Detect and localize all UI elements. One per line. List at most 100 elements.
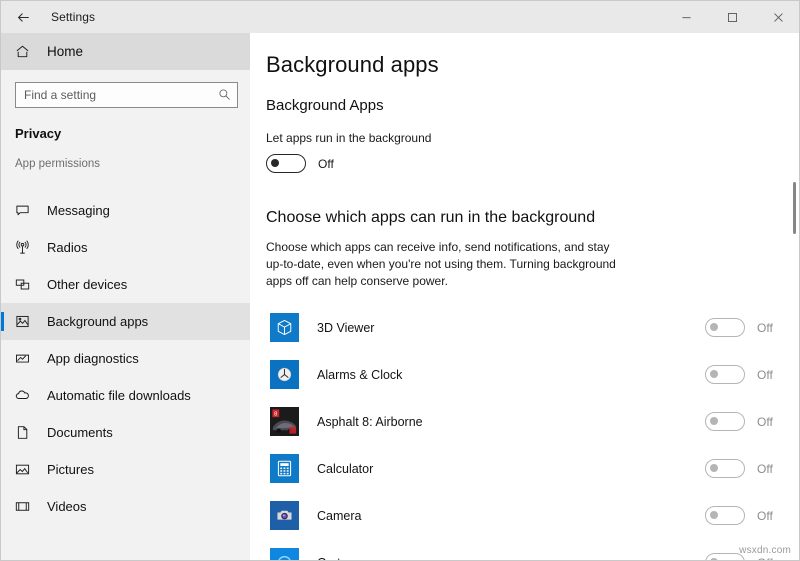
sidebar-item-background-apps-label: Background apps bbox=[37, 314, 148, 329]
sidebar-item-messaging[interactable]: Messaging bbox=[1, 192, 250, 229]
app-row-asphalt-8: 8 Asphalt 8: Airborne Off bbox=[266, 398, 800, 445]
master-toggle-state: Off bbox=[306, 157, 334, 171]
sidebar-item-videos-label: Videos bbox=[37, 499, 87, 514]
cortana-icon bbox=[270, 548, 299, 561]
app-toggle-wrap: Off bbox=[705, 365, 800, 384]
choose-apps-title: Choose which apps can run in the backgro… bbox=[266, 173, 800, 227]
app-name: 3D Viewer bbox=[299, 321, 705, 335]
toggle-knob bbox=[271, 159, 279, 167]
sidebar-item-documents-label: Documents bbox=[37, 425, 113, 440]
sidebar-item-documents[interactable]: Documents bbox=[1, 414, 250, 451]
sidebar-item-messaging-label: Messaging bbox=[37, 203, 110, 218]
app-toggle-switch[interactable] bbox=[705, 459, 745, 478]
sidebar-item-app-diagnostics[interactable]: App diagnostics bbox=[1, 340, 250, 377]
background-apps-icon bbox=[15, 314, 37, 329]
sidebar-item-videos[interactable]: Videos bbox=[1, 488, 250, 525]
app-toggle-switch[interactable] bbox=[705, 412, 745, 431]
radio-tower-icon bbox=[15, 240, 37, 255]
app-toggle-wrap: Off bbox=[705, 506, 800, 525]
maximize-button[interactable] bbox=[709, 1, 755, 33]
sidebar-item-automatic-file-downloads[interactable]: Automatic file downloads bbox=[1, 377, 250, 414]
app-toggle-wrap: Off bbox=[705, 318, 800, 337]
app-name: Alarms & Clock bbox=[299, 368, 705, 382]
document-icon bbox=[15, 425, 37, 440]
app-list: 3D Viewer Off bbox=[266, 290, 800, 561]
sidebar-item-other-devices[interactable]: Other devices bbox=[1, 266, 250, 303]
main-scrollbar[interactable] bbox=[787, 34, 799, 561]
main-content-inner: Background apps Background Apps Let apps… bbox=[250, 33, 800, 561]
section-title: Background Apps bbox=[266, 78, 800, 114]
sidebar-item-home-label: Home bbox=[39, 44, 83, 59]
home-icon bbox=[15, 44, 39, 59]
picture-icon bbox=[15, 462, 37, 477]
app-row-3d-viewer: 3D Viewer Off bbox=[266, 304, 800, 351]
app-toggle-wrap: Off bbox=[705, 412, 800, 431]
alarms-clock-icon bbox=[270, 360, 299, 389]
title-bar-left: Settings bbox=[1, 1, 95, 33]
toggle-knob bbox=[710, 464, 718, 472]
app-toggle-switch[interactable] bbox=[705, 506, 745, 525]
sidebar-item-automatic-file-downloads-label: Automatic file downloads bbox=[37, 388, 191, 403]
devices-icon bbox=[15, 277, 37, 292]
sidebar-group-title: App permissions bbox=[1, 141, 250, 170]
app-toggle-state: Off bbox=[745, 368, 773, 382]
app-title: Settings bbox=[45, 10, 95, 24]
app-toggle-wrap: Off bbox=[705, 459, 800, 478]
app-toggle-switch[interactable] bbox=[705, 318, 745, 337]
master-toggle-row: Off bbox=[266, 145, 800, 173]
master-toggle-switch[interactable] bbox=[266, 154, 306, 173]
message-icon bbox=[15, 203, 37, 218]
app-toggle-state: Off bbox=[745, 321, 773, 335]
sidebar-item-clipped-label: Tasks bbox=[37, 176, 80, 181]
close-button[interactable] bbox=[755, 1, 800, 33]
toggle-knob bbox=[710, 417, 718, 425]
asphalt-8-icon: 8 bbox=[270, 407, 299, 436]
app-row-camera: Camera Off bbox=[266, 492, 800, 539]
camera-icon bbox=[270, 501, 299, 530]
app-toggle-state: Off bbox=[745, 556, 773, 561]
sidebar-item-other-devices-label: Other devices bbox=[37, 277, 127, 292]
sidebar-item-radios[interactable]: Radios bbox=[1, 229, 250, 266]
title-bar: Settings bbox=[1, 1, 800, 33]
app-name: Camera bbox=[299, 509, 705, 523]
diagnostics-icon bbox=[15, 351, 37, 366]
3d-viewer-icon bbox=[270, 313, 299, 342]
master-toggle-label: Let apps run in the background bbox=[266, 114, 800, 145]
main-content: Background apps Background Apps Let apps… bbox=[250, 33, 800, 561]
sidebar-item-background-apps[interactable]: Background apps bbox=[1, 303, 250, 340]
calculator-icon bbox=[270, 454, 299, 483]
tasks-icon bbox=[15, 176, 37, 180]
app-toggle-state: Off bbox=[745, 509, 773, 523]
app-name: Cortana bbox=[299, 556, 705, 561]
sidebar-nav-list: Tasks Messaging R bbox=[1, 176, 250, 525]
app-row-cortana: Cortana Off bbox=[266, 539, 800, 561]
search-box[interactable] bbox=[15, 82, 238, 108]
app-row-calculator: Calculator Off bbox=[266, 445, 800, 492]
sidebar-item-home[interactable]: Home bbox=[1, 33, 250, 70]
page-title: Background apps bbox=[266, 52, 800, 78]
app-name: Calculator bbox=[299, 462, 705, 476]
toggle-knob bbox=[710, 370, 718, 378]
sidebar: Home Privacy App permissions bbox=[1, 33, 250, 561]
back-arrow-icon[interactable] bbox=[1, 1, 45, 33]
app-row-alarms-clock: Alarms & Clock Off bbox=[266, 351, 800, 398]
svg-text:8: 8 bbox=[274, 412, 277, 418]
search-area bbox=[1, 70, 250, 108]
minimize-button[interactable] bbox=[663, 1, 709, 33]
sidebar-item-clipped[interactable]: Tasks bbox=[1, 176, 250, 192]
sidebar-item-app-diagnostics-label: App diagnostics bbox=[37, 351, 139, 366]
video-icon bbox=[15, 499, 37, 514]
sidebar-item-radios-label: Radios bbox=[37, 240, 87, 255]
title-bar-drag-area bbox=[95, 1, 663, 33]
caption-buttons bbox=[663, 1, 800, 33]
settings-window: Settings Home bbox=[0, 0, 800, 561]
sidebar-item-pictures[interactable]: Pictures bbox=[1, 451, 250, 488]
cloud-download-icon bbox=[15, 388, 37, 403]
main-scrollbar-thumb[interactable] bbox=[793, 182, 796, 234]
app-name: Asphalt 8: Airborne bbox=[299, 415, 705, 429]
toggle-knob bbox=[710, 511, 718, 519]
app-toggle-switch[interactable] bbox=[705, 365, 745, 384]
app-toggle-state: Off bbox=[745, 462, 773, 476]
search-input[interactable] bbox=[16, 83, 237, 107]
toggle-knob bbox=[710, 323, 718, 331]
